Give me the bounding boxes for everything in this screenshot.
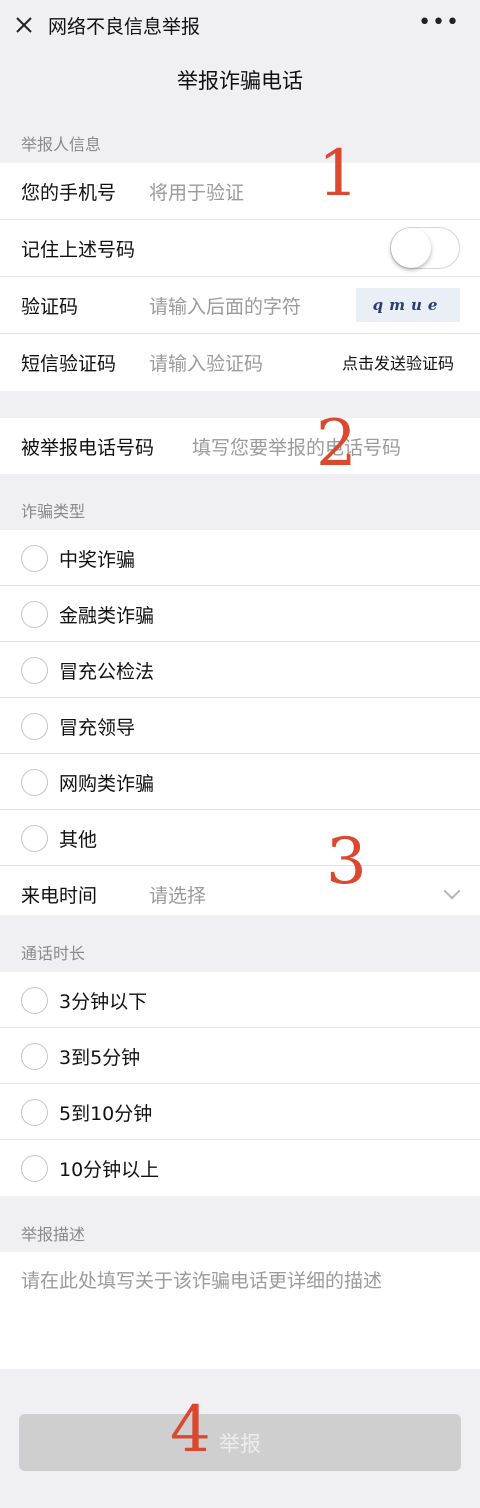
duration-option-label: 5到10分钟 <box>59 1102 153 1125</box>
fraud-option[interactable]: 冒充公检法 <box>0 642 480 698</box>
reported-number-input[interactable]: 填写您要举报的电话号码 <box>192 433 401 460</box>
reported-number-field: 被举报电话号码 填写您要举报的电话号码 <box>0 418 480 474</box>
duration-option-label: 3分钟以下 <box>59 990 148 1013</box>
section-description: 举报描述 <box>21 1225 86 1244</box>
radio-circle-icon[interactable] <box>21 544 48 572</box>
duration-option-label: 10分钟以上 <box>59 1158 160 1181</box>
fraud-option-label: 网购类诈骗 <box>59 772 155 795</box>
annotation-number: 3 <box>326 825 367 899</box>
captcha-field: 验证码 请输入后面的字符 qmue <box>0 277 480 333</box>
section-call-duration: 通话时长 <box>21 944 86 963</box>
radio-circle-icon[interactable] <box>21 768 48 796</box>
toggle-knob <box>391 228 431 268</box>
radio-circle-icon[interactable] <box>21 986 48 1014</box>
annotation-number: 4 <box>170 1393 211 1467</box>
section-reporter-info: 举报人信息 <box>21 135 102 154</box>
sms-input[interactable]: 请输入验证码 <box>149 349 263 376</box>
duration-option-label: 3到5分钟 <box>59 1046 141 1069</box>
chevron-down-icon <box>443 882 461 900</box>
captcha-input[interactable]: 请输入后面的字符 <box>149 292 301 319</box>
duration-option[interactable]: 10分钟以上 <box>0 1140 480 1196</box>
reported-number-label: 被举报电话号码 <box>21 436 155 459</box>
fraud-option[interactable]: 网购类诈骗 <box>0 754 480 810</box>
top-bar: 网络不良信息举报 ••• <box>0 0 480 50</box>
fraud-option[interactable]: 中奖诈骗 <box>0 530 480 586</box>
submit-button[interactable]: 举报 <box>19 1414 461 1471</box>
radio-circle-icon[interactable] <box>21 656 48 684</box>
send-sms-button[interactable]: 点击发送验证码 <box>342 350 454 374</box>
remember-number-row: 记住上述号码 <box>0 220 480 276</box>
sms-code-field: 短信验证码 请输入验证码 点击发送验证码 <box>0 334 480 390</box>
call-time-select[interactable]: 来电时间 请选择 <box>0 866 480 922</box>
radio-circle-icon[interactable] <box>21 1154 48 1182</box>
captcha-label: 验证码 <box>21 295 79 318</box>
phone-field[interactable]: 您的手机号 将用于验证 <box>0 163 480 219</box>
section-fraud-type: 诈骗类型 <box>21 502 86 521</box>
fraud-option-label: 中奖诈骗 <box>59 548 136 571</box>
radio-circle-icon[interactable] <box>21 1042 48 1070</box>
fraud-option-label: 其他 <box>59 828 98 851</box>
phone-input[interactable]: 将用于验证 <box>149 178 244 205</box>
more-menu-button[interactable]: ••• <box>418 10 460 35</box>
radio-circle-icon[interactable] <box>21 1098 48 1126</box>
fraud-option-label: 金融类诈骗 <box>59 604 155 627</box>
fraud-option[interactable]: 其他 <box>0 810 480 866</box>
remember-label: 记住上述号码 <box>21 238 136 261</box>
radio-circle-icon[interactable] <box>21 712 48 740</box>
close-icon <box>16 17 32 33</box>
fraud-option-label: 冒充领导 <box>59 716 136 739</box>
captcha-image[interactable]: qmue <box>356 288 460 322</box>
annotation-number: 1 <box>318 137 359 211</box>
call-time-value: 请选择 <box>149 884 207 907</box>
close-button[interactable] <box>0 0 48 50</box>
fraud-option[interactable]: 冒充领导 <box>0 698 480 754</box>
description-textarea[interactable]: 请在此处填写关于该诈骗电话更详细的描述 <box>0 1252 480 1369</box>
annotation-number: 2 <box>316 407 357 481</box>
duration-option[interactable]: 5到10分钟 <box>0 1084 480 1140</box>
radio-circle-icon[interactable] <box>21 824 48 852</box>
remember-toggle[interactable] <box>390 227 460 269</box>
duration-option[interactable]: 3分钟以下 <box>0 972 480 1028</box>
window-title: 网络不良信息举报 <box>48 15 201 38</box>
duration-option[interactable]: 3到5分钟 <box>0 1028 480 1084</box>
phone-label: 您的手机号 <box>21 181 117 204</box>
fraud-option-label: 冒充公检法 <box>59 660 155 683</box>
fraud-option[interactable]: 金融类诈骗 <box>0 586 480 642</box>
radio-circle-icon[interactable] <box>21 600 48 628</box>
call-time-label: 来电时间 <box>21 884 98 907</box>
page-title: 举报诈骗电话 <box>0 52 480 112</box>
sms-label: 短信验证码 <box>21 352 117 375</box>
